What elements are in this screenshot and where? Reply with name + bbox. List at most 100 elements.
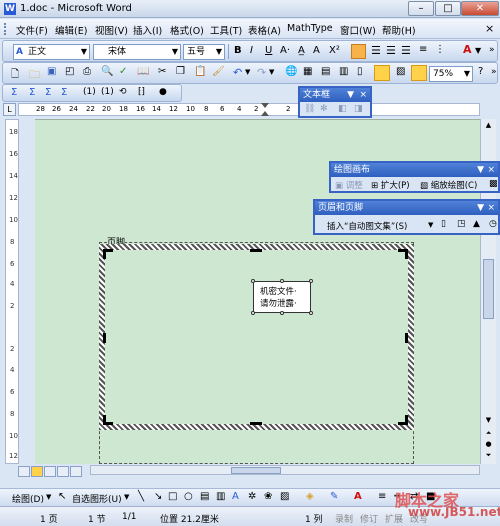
canvas-crop-top[interactable]: [250, 249, 262, 252]
wordart-icon[interactable]: A: [232, 491, 239, 502]
italic-button[interactable]: I: [250, 45, 253, 56]
strike-button[interactable]: A·: [280, 45, 290, 56]
eq-number-icon[interactable]: (1): [83, 87, 96, 97]
undo-dropdown-icon[interactable]: ▼: [245, 68, 250, 76]
eq-ref-icon[interactable]: (1): [101, 87, 114, 97]
bold-button[interactable]: B: [234, 45, 242, 56]
mathtype-web-icon[interactable]: ●: [159, 87, 167, 97]
zoom-select[interactable]: 75% ▼: [429, 66, 473, 82]
permission-icon[interactable]: ◰: [65, 66, 74, 77]
toolbar-close-icon[interactable]: ×: [487, 201, 495, 215]
open-icon[interactable]: 🗀: [29, 66, 40, 85]
cut-icon[interactable]: ✂: [158, 66, 166, 77]
sigma3-icon[interactable]: Σ: [45, 87, 51, 98]
menu-format[interactable]: 格式(O): [170, 23, 204, 37]
help-icon[interactable]: ?: [478, 66, 483, 77]
redo-icon[interactable]: ↷: [257, 66, 266, 79]
menu-close-icon[interactable]: ×: [485, 22, 494, 35]
copy-icon[interactable]: ❐: [176, 66, 185, 77]
prev-page-icon[interactable]: ⏶: [483, 429, 494, 439]
outline-view-button[interactable]: [57, 466, 69, 477]
underline-button[interactable]: U: [265, 45, 272, 56]
canvas-crop-right[interactable]: [405, 333, 408, 343]
resize-handle[interactable]: [251, 279, 255, 283]
prev-textbox-icon[interactable]: ◧: [338, 104, 347, 114]
hscroll-thumb[interactable]: [231, 467, 281, 474]
insert-autotext-button[interactable]: 插入“自动图文集”(S): [327, 220, 407, 232]
close-button[interactable]: ✕: [461, 1, 499, 16]
arrow-icon[interactable]: ↘: [154, 491, 162, 502]
align-right-icon[interactable]: ☰: [386, 44, 396, 57]
sigma2-icon[interactable]: Σ: [29, 87, 35, 98]
font-color-icon[interactable]: A: [354, 491, 362, 502]
menu-insert[interactable]: 插入(I): [133, 23, 162, 37]
spelling-icon[interactable]: ✓: [119, 66, 127, 77]
font-color-dropdown-icon[interactable]: ▼: [475, 46, 481, 55]
menu-tools[interactable]: 工具(T): [210, 23, 242, 37]
normal-view-button[interactable]: [18, 466, 30, 477]
minimize-button[interactable]: –: [408, 1, 434, 16]
toolbar-close-icon[interactable]: ×: [359, 88, 367, 102]
line-spacing-icon[interactable]: ≡: [419, 44, 427, 55]
eq-browse-icon[interactable]: ⁅⁆: [138, 87, 145, 97]
menu-help[interactable]: 帮助(H): [382, 23, 416, 37]
break-link-icon[interactable]: ✻: [320, 104, 328, 114]
vertical-textbox-icon[interactable]: ▥: [216, 491, 225, 502]
scroll-down-icon[interactable]: ▼: [483, 416, 494, 427]
char-border-button[interactable]: X²: [329, 45, 340, 56]
line-style-icon[interactable]: ≡: [378, 491, 386, 502]
align-left-button[interactable]: [351, 44, 366, 59]
autoshapes-dropdown-icon[interactable]: ▼: [124, 493, 129, 501]
next-page-icon[interactable]: ⏷: [483, 451, 494, 461]
sigma4-icon[interactable]: Σ: [61, 87, 67, 98]
show-hide-button[interactable]: [411, 65, 427, 81]
scale-drawing-button[interactable]: ▧ 缩放绘图(C): [420, 179, 477, 191]
toolbar-options2-icon[interactable]: »: [491, 67, 497, 77]
status-trk[interactable]: 修订: [360, 512, 378, 525]
canvas-crop-corner-tr[interactable]: [398, 249, 408, 259]
menu-edit[interactable]: 编辑(E): [55, 23, 87, 37]
drawing-canvas-toolbar[interactable]: 绘图画布 ▼ × ▣ 调整 ⊞ 扩大(P) ▧ 缩放绘图(C) ▩: [329, 161, 500, 193]
style-select[interactable]: A 正文 ▼: [13, 44, 90, 60]
hyperlink-icon[interactable]: 🌐: [285, 66, 297, 77]
page-number-icon[interactable]: ▯: [441, 219, 446, 229]
textbox-toolbar[interactable]: 文本框 ▼ × ⛓ ✻ ◧ ◨: [298, 86, 372, 118]
select-browse-icon[interactable]: ●: [483, 440, 494, 450]
print-preview-icon[interactable]: 🔍: [101, 66, 113, 77]
header-footer-toolbar-title[interactable]: 页眉和页脚 ▼ ×: [315, 201, 498, 215]
autotext-dropdown-icon[interactable]: ▼: [428, 221, 433, 229]
draw-menu-button[interactable]: 绘图(D): [12, 492, 44, 505]
web-view-button[interactable]: [31, 466, 43, 477]
fill-color-icon[interactable]: ◈: [306, 491, 314, 502]
resize-handle[interactable]: [280, 279, 284, 283]
numbering-icon[interactable]: ⋮: [435, 44, 445, 55]
textbox-toolbar-title[interactable]: 文本框 ▼ ×: [300, 88, 370, 102]
columns-icon[interactable]: ▯: [357, 66, 363, 77]
expand-button[interactable]: ⊞ 扩大(P): [371, 179, 410, 191]
diagram-icon[interactable]: ✲: [248, 491, 256, 502]
oval-icon[interactable]: ○: [184, 491, 193, 502]
hanging-indent-marker[interactable]: [261, 111, 269, 116]
picture-icon[interactable]: ▨: [280, 491, 289, 502]
canvas-crop-corner-tl[interactable]: [103, 249, 113, 259]
font-size-select[interactable]: 五号 ▼: [183, 44, 225, 60]
horizontal-scrollbar[interactable]: [90, 465, 480, 475]
drawing-canvas[interactable]: [99, 244, 414, 430]
charscale-button[interactable]: A̲: [298, 45, 305, 56]
toolbar-close-icon[interactable]: ×: [487, 163, 495, 177]
text-box[interactable]: 机密文件· 请勿泄露·: [253, 281, 311, 313]
header-footer-toolbar[interactable]: 页眉和页脚 ▼ × 插入“自动图文集”(S) ▼ ▯ ◳ ▲ ◷: [313, 199, 500, 235]
save-icon[interactable]: ▣: [47, 66, 56, 77]
toolbar-options-icon[interactable]: ▼: [347, 88, 354, 102]
toolbar-options-icon[interactable]: ▼: [477, 201, 484, 215]
print-icon[interactable]: ⎙: [83, 66, 91, 77]
menu-view[interactable]: 视图(V): [95, 23, 128, 37]
scroll-up-icon[interactable]: ▲: [483, 121, 494, 132]
status-ext[interactable]: 扩展: [385, 512, 403, 525]
resize-handle[interactable]: [309, 279, 313, 283]
date-icon[interactable]: ◷: [489, 219, 497, 229]
page-count-icon[interactable]: ◳: [457, 219, 466, 229]
first-line-indent-marker[interactable]: [261, 103, 269, 108]
shade-button[interactable]: A: [313, 45, 320, 56]
menu-table[interactable]: 表格(A): [248, 23, 281, 37]
